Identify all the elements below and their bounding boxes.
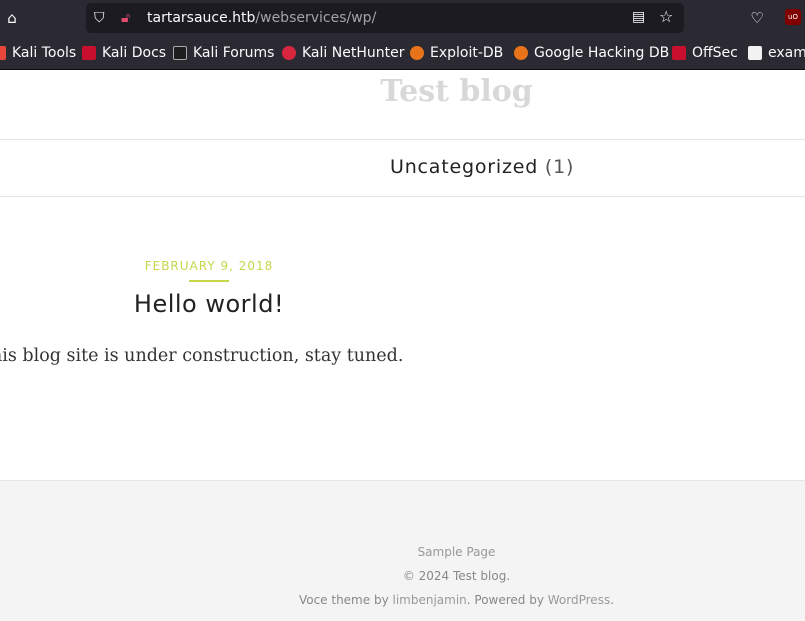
url-bar[interactable]: ⛉ 🔓︎ tartarsauce.htb/webservices/wp/ ▤ ☆ <box>86 3 684 33</box>
lock-icon[interactable]: 🔓︎ <box>121 11 130 25</box>
copyright-prefix: © 2024 <box>402 569 453 583</box>
kali-docs-icon <box>82 46 96 60</box>
bookmark-kali-nethunter[interactable]: Kali NetHunter <box>282 45 404 61</box>
ublock-icon[interactable]: uO <box>785 9 801 25</box>
bookmark-label: examp <box>768 45 805 61</box>
browser-toolbar: ⌂ ⛉ 🔓︎ tartarsauce.htb/webservices/wp/ ▤… <box>0 0 805 37</box>
copyright-link[interactable]: Test blog <box>453 569 506 583</box>
home-icon[interactable]: ⌂ <box>3 10 21 26</box>
powered-prefix: . Powered by <box>466 593 548 607</box>
header-divider <box>0 139 805 140</box>
site-footer: Sample Page © 2024 Test blog. Voce theme… <box>0 480 805 621</box>
bookmark-label: OffSec <box>692 45 738 61</box>
post-title[interactable]: Hello world! <box>0 290 418 318</box>
bookmark-kali-forums[interactable]: Kali Forums <box>173 45 274 61</box>
bookmark-label: Kali NetHunter <box>302 45 405 61</box>
post-body: his blog site is under construction, sta… <box>0 346 404 366</box>
theme-author-link[interactable]: limbenjamin <box>392 593 466 607</box>
reader-view-icon[interactable]: ▤ <box>632 10 645 24</box>
example-icon <box>748 46 762 60</box>
post-date[interactable]: FEBRUARY 9, 2018 <box>0 259 418 273</box>
url-host: tartarsauce.htb <box>147 10 256 26</box>
powered-suffix: . <box>610 593 615 607</box>
footer-sample-page: Sample Page <box>0 545 805 559</box>
copyright-suffix: . <box>506 569 511 583</box>
bookmark-label: Kali Docs <box>102 45 167 61</box>
bookmark-kali-docs[interactable]: Kali Docs <box>82 45 166 61</box>
star-icon[interactable]: ☆ <box>659 9 673 25</box>
bookmark-label: Kali Forums <box>193 45 275 61</box>
footer-credits: Voce theme by limbenjamin. Powered by Wo… <box>0 593 805 607</box>
bookmarks-toolbar: Kali Tools Kali Docs Kali Forums Kali Ne… <box>0 37 805 70</box>
bookmark-google-hacking-db[interactable]: Google Hacking DB <box>514 45 669 61</box>
footer-copyright: © 2024 Test blog. <box>0 569 805 583</box>
wordpress-link[interactable]: WordPress <box>548 593 610 607</box>
ghdb-icon <box>514 46 528 60</box>
category-label: Uncategorized <box>390 156 539 178</box>
bookmark-exploit-db[interactable]: Exploit-DB <box>410 45 503 61</box>
category-count: (1) <box>544 156 575 178</box>
exploit-db-icon <box>410 46 424 60</box>
shield-icon[interactable]: ⛉ <box>94 11 105 25</box>
kali-forums-icon <box>173 46 187 60</box>
bookmark-offsec[interactable]: OffSec <box>672 45 738 61</box>
url-path: /webservices/wp/ <box>255 10 377 26</box>
bookmark-kali-tools[interactable]: Kali Tools <box>0 45 76 61</box>
theme-prefix: Voce theme by <box>298 593 393 607</box>
site-title[interactable]: Test blog <box>0 74 805 109</box>
pocket-icon[interactable]: ♡ <box>748 10 766 26</box>
bookmark-label: Google Hacking DB <box>534 45 670 61</box>
category-nav-item[interactable]: Uncategorized (1) <box>390 156 574 178</box>
kali-tools-icon <box>0 46 6 60</box>
nav-divider <box>0 196 805 197</box>
kali-nethunter-icon <box>282 46 296 60</box>
bookmark-example[interactable]: examp <box>748 45 805 61</box>
date-underline <box>189 280 229 282</box>
offsec-icon <box>672 46 686 60</box>
sample-page-link[interactable]: Sample Page <box>418 545 496 559</box>
bookmark-label: Exploit-DB <box>430 45 504 61</box>
bookmark-label: Kali Tools <box>12 45 77 61</box>
url-text[interactable]: tartarsauce.htb/webservices/wp/ <box>147 10 376 26</box>
